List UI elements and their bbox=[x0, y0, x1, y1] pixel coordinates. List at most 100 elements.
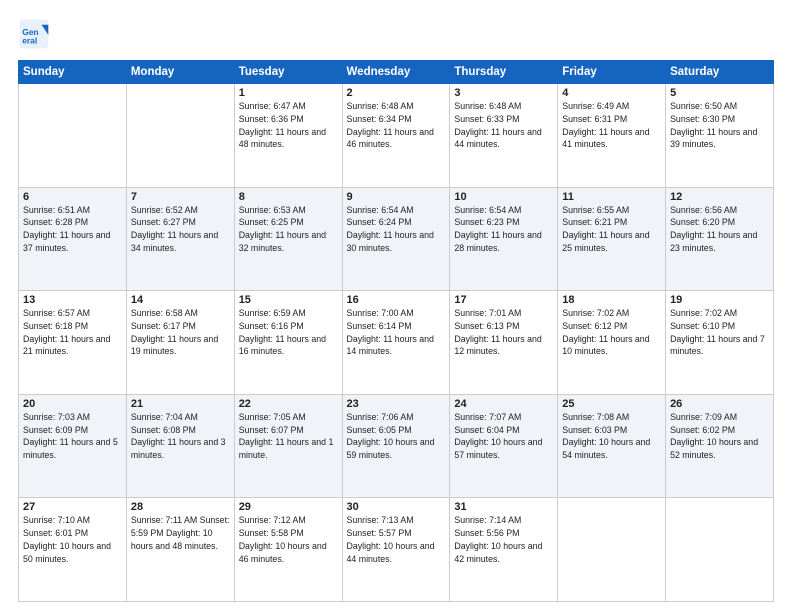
day-number: 14 bbox=[131, 294, 230, 306]
day-info: Sunrise: 6:47 AM Sunset: 6:36 PM Dayligh… bbox=[239, 100, 338, 151]
calendar-week-row: 27Sunrise: 7:10 AM Sunset: 6:01 PM Dayli… bbox=[19, 498, 774, 602]
day-info: Sunrise: 7:10 AM Sunset: 6:01 PM Dayligh… bbox=[23, 514, 122, 565]
day-number: 28 bbox=[131, 501, 230, 513]
svg-text:eral: eral bbox=[22, 35, 37, 45]
day-number: 5 bbox=[670, 87, 769, 99]
calendar-cell: 26Sunrise: 7:09 AM Sunset: 6:02 PM Dayli… bbox=[666, 394, 774, 498]
calendar-cell bbox=[558, 498, 666, 602]
weekday-header: Sunday bbox=[19, 61, 127, 84]
calendar-cell: 10Sunrise: 6:54 AM Sunset: 6:23 PM Dayli… bbox=[450, 187, 558, 291]
weekday-header: Monday bbox=[126, 61, 234, 84]
calendar-header-row: SundayMondayTuesdayWednesdayThursdayFrid… bbox=[19, 61, 774, 84]
day-info: Sunrise: 7:09 AM Sunset: 6:02 PM Dayligh… bbox=[670, 411, 769, 462]
weekday-header: Saturday bbox=[666, 61, 774, 84]
calendar-cell: 28Sunrise: 7:11 AM Sunset: 5:59 PM Dayli… bbox=[126, 498, 234, 602]
calendar-cell: 12Sunrise: 6:56 AM Sunset: 6:20 PM Dayli… bbox=[666, 187, 774, 291]
calendar-cell: 24Sunrise: 7:07 AM Sunset: 6:04 PM Dayli… bbox=[450, 394, 558, 498]
calendar-cell: 27Sunrise: 7:10 AM Sunset: 6:01 PM Dayli… bbox=[19, 498, 127, 602]
logo: Gen eral bbox=[18, 18, 54, 50]
day-info: Sunrise: 7:01 AM Sunset: 6:13 PM Dayligh… bbox=[454, 307, 553, 358]
day-number: 18 bbox=[562, 294, 661, 306]
calendar-cell bbox=[19, 84, 127, 188]
day-info: Sunrise: 7:04 AM Sunset: 6:08 PM Dayligh… bbox=[131, 411, 230, 462]
day-number: 10 bbox=[454, 191, 553, 203]
day-number: 27 bbox=[23, 501, 122, 513]
day-number: 4 bbox=[562, 87, 661, 99]
weekday-header: Wednesday bbox=[342, 61, 450, 84]
weekday-header: Tuesday bbox=[234, 61, 342, 84]
calendar-cell: 18Sunrise: 7:02 AM Sunset: 6:12 PM Dayli… bbox=[558, 291, 666, 395]
day-info: Sunrise: 6:56 AM Sunset: 6:20 PM Dayligh… bbox=[670, 204, 769, 255]
calendar-cell: 16Sunrise: 7:00 AM Sunset: 6:14 PM Dayli… bbox=[342, 291, 450, 395]
day-number: 21 bbox=[131, 398, 230, 410]
calendar-cell: 19Sunrise: 7:02 AM Sunset: 6:10 PM Dayli… bbox=[666, 291, 774, 395]
calendar-cell: 15Sunrise: 6:59 AM Sunset: 6:16 PM Dayli… bbox=[234, 291, 342, 395]
day-info: Sunrise: 7:08 AM Sunset: 6:03 PM Dayligh… bbox=[562, 411, 661, 462]
day-number: 11 bbox=[562, 191, 661, 203]
day-number: 22 bbox=[239, 398, 338, 410]
day-number: 6 bbox=[23, 191, 122, 203]
calendar-cell: 17Sunrise: 7:01 AM Sunset: 6:13 PM Dayli… bbox=[450, 291, 558, 395]
day-number: 2 bbox=[347, 87, 446, 99]
day-info: Sunrise: 6:49 AM Sunset: 6:31 PM Dayligh… bbox=[562, 100, 661, 151]
logo-icon: Gen eral bbox=[18, 18, 50, 50]
day-info: Sunrise: 7:02 AM Sunset: 6:12 PM Dayligh… bbox=[562, 307, 661, 358]
calendar-cell: 14Sunrise: 6:58 AM Sunset: 6:17 PM Dayli… bbox=[126, 291, 234, 395]
day-info: Sunrise: 6:54 AM Sunset: 6:23 PM Dayligh… bbox=[454, 204, 553, 255]
calendar-week-row: 13Sunrise: 6:57 AM Sunset: 6:18 PM Dayli… bbox=[19, 291, 774, 395]
weekday-header: Friday bbox=[558, 61, 666, 84]
calendar-cell: 23Sunrise: 7:06 AM Sunset: 6:05 PM Dayli… bbox=[342, 394, 450, 498]
day-info: Sunrise: 6:59 AM Sunset: 6:16 PM Dayligh… bbox=[239, 307, 338, 358]
calendar-table: SundayMondayTuesdayWednesdayThursdayFrid… bbox=[18, 60, 774, 602]
day-info: Sunrise: 7:06 AM Sunset: 6:05 PM Dayligh… bbox=[347, 411, 446, 462]
day-number: 31 bbox=[454, 501, 553, 513]
day-info: Sunrise: 6:48 AM Sunset: 6:33 PM Dayligh… bbox=[454, 100, 553, 151]
page: Gen eral SundayMondayTuesdayWednesdayThu… bbox=[0, 0, 792, 612]
day-info: Sunrise: 7:05 AM Sunset: 6:07 PM Dayligh… bbox=[239, 411, 338, 462]
calendar-cell: 4Sunrise: 6:49 AM Sunset: 6:31 PM Daylig… bbox=[558, 84, 666, 188]
day-info: Sunrise: 6:53 AM Sunset: 6:25 PM Dayligh… bbox=[239, 204, 338, 255]
calendar-cell: 6Sunrise: 6:51 AM Sunset: 6:28 PM Daylig… bbox=[19, 187, 127, 291]
day-number: 17 bbox=[454, 294, 553, 306]
day-info: Sunrise: 7:07 AM Sunset: 6:04 PM Dayligh… bbox=[454, 411, 553, 462]
calendar-cell: 21Sunrise: 7:04 AM Sunset: 6:08 PM Dayli… bbox=[126, 394, 234, 498]
day-info: Sunrise: 6:57 AM Sunset: 6:18 PM Dayligh… bbox=[23, 307, 122, 358]
day-info: Sunrise: 7:03 AM Sunset: 6:09 PM Dayligh… bbox=[23, 411, 122, 462]
day-number: 15 bbox=[239, 294, 338, 306]
day-info: Sunrise: 6:58 AM Sunset: 6:17 PM Dayligh… bbox=[131, 307, 230, 358]
day-info: Sunrise: 6:54 AM Sunset: 6:24 PM Dayligh… bbox=[347, 204, 446, 255]
day-number: 12 bbox=[670, 191, 769, 203]
day-number: 7 bbox=[131, 191, 230, 203]
calendar-cell: 31Sunrise: 7:14 AM Sunset: 5:56 PM Dayli… bbox=[450, 498, 558, 602]
calendar-cell bbox=[666, 498, 774, 602]
calendar-cell: 25Sunrise: 7:08 AM Sunset: 6:03 PM Dayli… bbox=[558, 394, 666, 498]
day-info: Sunrise: 7:02 AM Sunset: 6:10 PM Dayligh… bbox=[670, 307, 769, 358]
calendar-cell: 13Sunrise: 6:57 AM Sunset: 6:18 PM Dayli… bbox=[19, 291, 127, 395]
day-info: Sunrise: 7:12 AM Sunset: 5:58 PM Dayligh… bbox=[239, 514, 338, 565]
calendar-cell: 9Sunrise: 6:54 AM Sunset: 6:24 PM Daylig… bbox=[342, 187, 450, 291]
day-info: Sunrise: 7:11 AM Sunset: 5:59 PM Dayligh… bbox=[131, 514, 230, 552]
day-number: 9 bbox=[347, 191, 446, 203]
day-number: 13 bbox=[23, 294, 122, 306]
day-info: Sunrise: 6:48 AM Sunset: 6:34 PM Dayligh… bbox=[347, 100, 446, 151]
day-number: 19 bbox=[670, 294, 769, 306]
day-number: 30 bbox=[347, 501, 446, 513]
day-number: 25 bbox=[562, 398, 661, 410]
calendar-cell: 11Sunrise: 6:55 AM Sunset: 6:21 PM Dayli… bbox=[558, 187, 666, 291]
day-number: 24 bbox=[454, 398, 553, 410]
calendar-cell: 7Sunrise: 6:52 AM Sunset: 6:27 PM Daylig… bbox=[126, 187, 234, 291]
day-info: Sunrise: 6:50 AM Sunset: 6:30 PM Dayligh… bbox=[670, 100, 769, 151]
calendar-cell: 8Sunrise: 6:53 AM Sunset: 6:25 PM Daylig… bbox=[234, 187, 342, 291]
calendar-week-row: 1Sunrise: 6:47 AM Sunset: 6:36 PM Daylig… bbox=[19, 84, 774, 188]
calendar-cell: 22Sunrise: 7:05 AM Sunset: 6:07 PM Dayli… bbox=[234, 394, 342, 498]
day-info: Sunrise: 6:55 AM Sunset: 6:21 PM Dayligh… bbox=[562, 204, 661, 255]
day-info: Sunrise: 6:51 AM Sunset: 6:28 PM Dayligh… bbox=[23, 204, 122, 255]
day-number: 23 bbox=[347, 398, 446, 410]
day-info: Sunrise: 7:13 AM Sunset: 5:57 PM Dayligh… bbox=[347, 514, 446, 565]
day-number: 16 bbox=[347, 294, 446, 306]
calendar-cell: 2Sunrise: 6:48 AM Sunset: 6:34 PM Daylig… bbox=[342, 84, 450, 188]
day-number: 29 bbox=[239, 501, 338, 513]
day-number: 3 bbox=[454, 87, 553, 99]
day-number: 26 bbox=[670, 398, 769, 410]
weekday-header: Thursday bbox=[450, 61, 558, 84]
